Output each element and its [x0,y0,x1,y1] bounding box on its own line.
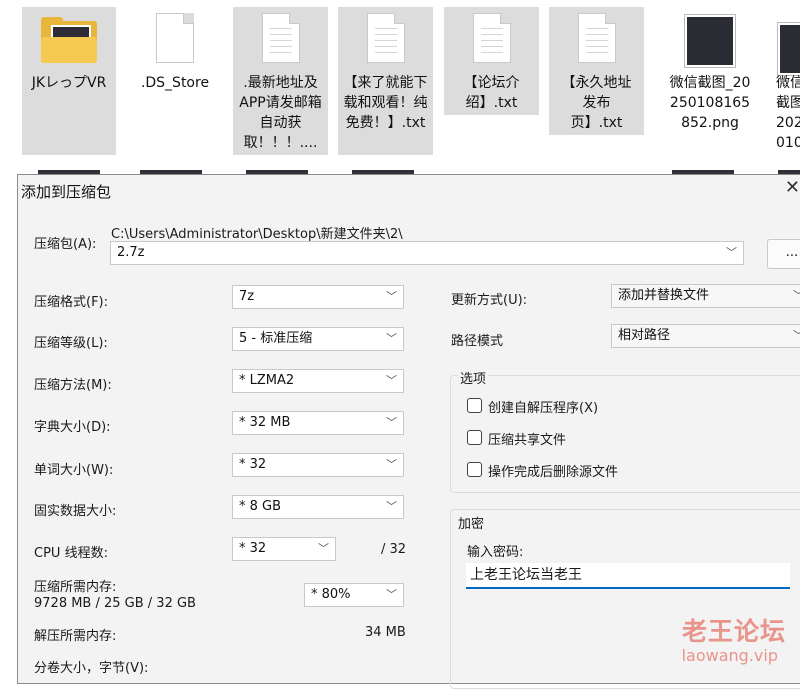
shared-files-label: 压缩共享文件 [488,433,567,448]
word-value: * 32 [239,457,267,472]
level-label: 压缩等级(L): [34,336,108,351]
desktop-icon-file[interactable]: .DS_Store [127,7,223,155]
update-label: 更新方式(U): [451,293,528,308]
desktop-icon-label: JKレっプVR [31,75,107,91]
level-value: 5 - 标准压缩 [239,331,313,346]
chevron-down-icon: ﹀ [386,458,397,471]
mem-label: 压缩所需内存: [34,580,117,595]
text-file-icon [472,13,511,63]
desktop-icon-image[interactable]: 微信截图_202501081700 [766,7,800,155]
desktop-icon-folder[interactable]: JKレっプVR [22,7,116,155]
dialog-title: 添加到压缩包 [21,183,112,201]
close-icon[interactable]: ✕ [785,177,800,198]
solid-select[interactable]: * 8 GB ﹀ [232,495,404,519]
update-select[interactable]: 添加并替换文件 ﹀ [611,284,800,308]
browse-button[interactable]: ... [767,239,800,269]
watermark-text: 老王论坛 [681,617,786,646]
chevron-down-icon: ﹀ [386,416,397,429]
cpu-max: / 32 [381,542,407,557]
desktop-icon-file[interactable]: 【来了就能下载和观看！纯免费！】.txt [338,7,433,155]
delete-source-label: 操作完成后删除源文件 [488,465,619,480]
chevron-down-icon: ﹀ [793,325,800,347]
desktop-icon-image[interactable]: 微信截图_20250108165852.png [660,7,760,155]
chevron-down-icon: ﹀ [793,285,800,307]
watermark-url: laowang.vip [681,646,778,665]
mem-detail: 9728 MB / 25 GB / 32 GB [34,596,196,611]
text-file-icon [366,13,405,63]
mem-select[interactable]: * 80% ﹀ [304,583,404,607]
cpu-value: * 32 [239,541,267,556]
decomp-label: 解压所需内存: [34,629,117,644]
cpu-select[interactable]: * 32 ﹀ [232,537,336,561]
chevron-down-icon: ﹀ [318,542,329,555]
sfx-checkbox[interactable] [467,398,482,413]
method-label: 压缩方法(M): [34,378,112,393]
archive-name-combo[interactable]: 2.7z ﹀ [110,241,744,265]
format-label: 压缩格式(F): [34,295,109,310]
split-label: 分卷大小，字节(V): [34,661,149,676]
desktop-icon-label: 【论坛介绍】.txt [463,75,520,111]
options-title: 选项 [458,368,489,387]
word-select[interactable]: * 32 ﹀ [232,453,404,477]
format-value: 7z [239,289,255,304]
chevron-down-icon: ﹀ [386,290,397,303]
chevron-down-icon: ﹀ [386,588,397,601]
level-select[interactable]: 5 - 标准压缩 ﹀ [232,327,404,351]
desktop-icon-label: .DS_Store [140,75,210,91]
solid-value: * 8 GB [239,499,282,514]
format-select[interactable]: 7z ﹀ [232,285,404,309]
update-value: 添加并替换文件 [618,288,710,303]
desktop-area: JKレっプVR .DS_Store .最新地址及APP请发邮箱自动获取！！！..… [0,0,800,182]
folder-icon [41,17,97,63]
archive-label: 压缩包(A): [34,237,97,252]
dict-label: 字典大小(D): [34,420,111,435]
add-to-archive-dialog: 添加到压缩包 ✕ 压缩包(A): C:\Users\Administrator\… [17,174,800,689]
method-select[interactable]: * LZMA2 ﹀ [232,369,404,393]
path-mode-value: 相对路径 [618,328,671,343]
text-file-icon [261,13,300,63]
dict-select[interactable]: * 32 MB ﹀ [232,411,404,435]
desktop-icon-label: 【来了就能下载和观看！纯免费！】.txt [343,75,428,131]
desktop-icon-label: .最新地址及APP请发邮箱自动获取！！！.... [239,75,322,151]
decomp-value: 34 MB [365,625,406,640]
solid-label: 固实数据大小: [34,504,117,519]
shared-files-checkbox[interactable] [467,430,482,445]
desktop-icon-label: 微信截图_20250108165852.png [669,75,751,131]
method-value: * LZMA2 [239,373,295,388]
word-label: 单词大小(W): [34,463,114,478]
password-label: 输入密码: [467,545,524,560]
dict-value: * 32 MB [239,415,291,430]
delete-source-checkbox[interactable] [467,462,482,477]
chevron-down-icon: ﹀ [726,246,737,259]
text-file-icon [577,13,616,63]
desktop-icon-file[interactable]: .最新地址及APP请发邮箱自动获取！！！.... [233,7,328,155]
file-icon [156,13,194,63]
cpu-label: CPU 线程数: [34,546,108,561]
image-thumbnail-icon [778,23,800,75]
mem-value: * 80% [311,587,351,602]
desktop-icon-file[interactable]: 【论坛介绍】.txt [444,7,539,115]
chevron-down-icon: ﹀ [386,332,397,345]
desktop-icon-file[interactable]: 【永久地址发布页】.txt [549,7,644,135]
chevron-down-icon: ﹀ [386,500,397,513]
archive-path: C:\Users\Administrator\Desktop\新建文件夹\2\ [111,227,403,242]
sfx-label: 创建自解压程序(X) [488,401,599,416]
image-thumbnail-icon [685,15,735,67]
desktop-icon-label: 【永久地址发布页】.txt [561,75,632,131]
encryption-title: 加密 [458,517,485,532]
password-value: 上老王论坛当老王 [470,567,582,583]
path-mode-label: 路径模式 [451,334,504,349]
password-input[interactable]: 上老王论坛当老王 [466,563,790,589]
desktop-icon-label: 微信截图_202501081700 [776,75,800,151]
archive-name-value: 2.7z [117,245,145,260]
chevron-down-icon: ﹀ [386,374,397,387]
path-mode-select[interactable]: 相对路径 ﹀ [611,324,800,348]
